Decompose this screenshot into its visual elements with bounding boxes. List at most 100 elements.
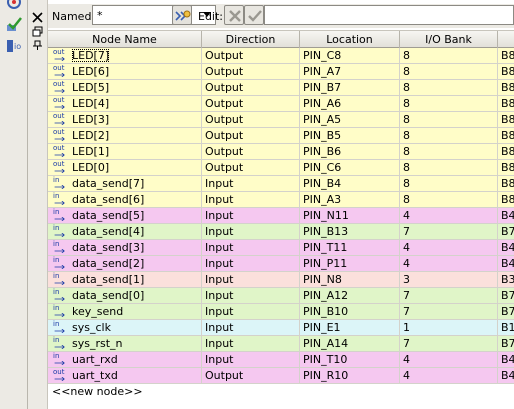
node-name-cell[interactable]: out LED[5]: [48, 80, 202, 96]
node-name-cell[interactable]: in sys_clk: [48, 320, 202, 336]
table-row[interactable]: out LED[0] Output PIN_C6 8 B8: [48, 160, 514, 176]
node-name-cell[interactable]: out uart_txd: [48, 368, 202, 384]
location-cell[interactable]: PIN_B13: [300, 224, 400, 240]
table-row[interactable]: out LED[6] Output PIN_A7 8 B8: [48, 64, 514, 80]
location-cell[interactable]: PIN_E1: [300, 320, 400, 336]
node-name-cell[interactable]: out LED[7]: [48, 48, 202, 64]
io-bank-cell[interactable]: 7: [400, 224, 498, 240]
location-cell[interactable]: PIN_B6: [300, 144, 400, 160]
node-name-cell[interactable]: in data_send[3]: [48, 240, 202, 256]
node-finder-button[interactable]: [172, 5, 192, 25]
vref-group-cell[interactable]: B7: [498, 336, 514, 352]
io-bank-cell[interactable]: 8: [400, 80, 498, 96]
pin-planner-icon[interactable]: [6, 0, 22, 10]
direction-cell[interactable]: Input: [202, 320, 300, 336]
vref-group-cell[interactable]: B7: [498, 288, 514, 304]
io-bank-cell[interactable]: 7: [400, 336, 498, 352]
node-name-cell[interactable]: in key_send: [48, 304, 202, 320]
direction-cell[interactable]: Output: [202, 80, 300, 96]
node-name-cell[interactable]: in data_send[6]: [48, 192, 202, 208]
location-cell[interactable]: PIN_A6: [300, 96, 400, 112]
node-name-cell[interactable]: in data_send[5]: [48, 208, 202, 224]
direction-cell[interactable]: Input: [202, 192, 300, 208]
io-bank-cell[interactable]: 8: [400, 128, 498, 144]
close-icon[interactable]: [32, 12, 43, 23]
node-name-cell[interactable]: out LED[1]: [48, 144, 202, 160]
location-cell[interactable]: PIN_N8: [300, 272, 400, 288]
direction-cell[interactable]: Input: [202, 288, 300, 304]
location-cell[interactable]: PIN_C6: [300, 160, 400, 176]
table-row[interactable]: out LED[3] Output PIN_A5 8 B8: [48, 112, 514, 128]
table-row[interactable]: out LED[5] Output PIN_B7 8 B8: [48, 80, 514, 96]
direction-cell[interactable]: Output: [202, 112, 300, 128]
check-mark-icon[interactable]: [6, 16, 22, 32]
node-name-cell[interactable]: in sys_rst_n: [48, 336, 202, 352]
vref-group-cell[interactable]: B8: [498, 192, 514, 208]
io-bank-cell[interactable]: 8: [400, 144, 498, 160]
location-cell[interactable]: PIN_A7: [300, 64, 400, 80]
location-cell[interactable]: PIN_T11: [300, 240, 400, 256]
io-bank-cell[interactable]: 1: [400, 320, 498, 336]
direction-cell[interactable]: Output: [202, 128, 300, 144]
table-row[interactable]: in data_send[4] Input PIN_B13 7 B7: [48, 224, 514, 240]
location-cell[interactable]: PIN_B7: [300, 80, 400, 96]
io-bank-cell[interactable]: 8: [400, 96, 498, 112]
cancel-edit-button[interactable]: [224, 5, 244, 25]
direction-cell[interactable]: Input: [202, 224, 300, 240]
column-header-direction[interactable]: Direction: [202, 31, 300, 48]
location-cell[interactable]: PIN_B4: [300, 176, 400, 192]
node-name-cell[interactable]: out LED[4]: [48, 96, 202, 112]
location-cell[interactable]: PIN_C8: [300, 48, 400, 64]
table-row[interactable]: in data_send[2] Input PIN_P11 4 B4: [48, 256, 514, 272]
location-cell[interactable]: PIN_A3: [300, 192, 400, 208]
location-cell[interactable]: PIN_A5: [300, 112, 400, 128]
direction-cell[interactable]: Output: [202, 96, 300, 112]
io-bank-cell[interactable]: 8: [400, 64, 498, 80]
direction-cell[interactable]: Output: [202, 160, 300, 176]
vref-group-cell[interactable]: B8: [498, 80, 514, 96]
column-header-io-bank[interactable]: I/O Bank: [400, 31, 498, 48]
io-assignment-icon[interactable]: io: [6, 38, 22, 54]
location-cell[interactable]: PIN_A12: [300, 288, 400, 304]
pin-window-icon[interactable]: [32, 40, 43, 51]
io-bank-cell[interactable]: 8: [400, 112, 498, 128]
table-row[interactable]: in data_send[7] Input PIN_B4 8 B8: [48, 176, 514, 192]
location-cell[interactable]: PIN_T10: [300, 352, 400, 368]
table-row[interactable]: out LED[4] Output PIN_A6 8 B8: [48, 96, 514, 112]
vref-group-cell[interactable]: B4: [498, 240, 514, 256]
vref-group-cell[interactable]: B8: [498, 48, 514, 64]
io-bank-cell[interactable]: 3: [400, 272, 498, 288]
table-row[interactable]: out LED[1] Output PIN_B6 8 B8: [48, 144, 514, 160]
restore-window-icon[interactable]: [32, 26, 43, 37]
location-cell[interactable]: PIN_A14: [300, 336, 400, 352]
edit-field[interactable]: [264, 5, 514, 25]
node-name-cell[interactable]: in data_send[0]: [48, 288, 202, 304]
vref-group-cell[interactable]: B8: [498, 144, 514, 160]
location-cell[interactable]: PIN_N11: [300, 208, 400, 224]
table-row[interactable]: in data_send[5] Input PIN_N11 4 B4: [48, 208, 514, 224]
io-bank-cell[interactable]: 4: [400, 240, 498, 256]
vref-group-cell[interactable]: B8: [498, 112, 514, 128]
table-row[interactable]: out uart_txd Output PIN_R10 4 B4: [48, 368, 514, 384]
io-bank-cell[interactable]: 8: [400, 160, 498, 176]
new-node-row[interactable]: <<new node>>: [52, 384, 143, 400]
vref-group-cell[interactable]: B4: [498, 208, 514, 224]
vref-group-cell[interactable]: B7: [498, 224, 514, 240]
direction-cell[interactable]: Input: [202, 336, 300, 352]
io-bank-cell[interactable]: 7: [400, 288, 498, 304]
vref-group-cell[interactable]: B4: [498, 368, 514, 384]
direction-cell[interactable]: Input: [202, 208, 300, 224]
direction-cell[interactable]: Input: [202, 176, 300, 192]
io-bank-cell[interactable]: 7: [400, 304, 498, 320]
io-bank-cell[interactable]: 8: [400, 48, 498, 64]
direction-cell[interactable]: Input: [202, 304, 300, 320]
node-name-cell[interactable]: in data_send[4]: [48, 224, 202, 240]
node-name-cell[interactable]: out LED[2]: [48, 128, 202, 144]
direction-cell[interactable]: Output: [202, 368, 300, 384]
table-row[interactable]: in sys_clk Input PIN_E1 1 B1: [48, 320, 514, 336]
table-row[interactable]: in data_send[3] Input PIN_T11 4 B4: [48, 240, 514, 256]
direction-cell[interactable]: Output: [202, 48, 300, 64]
node-name-cell[interactable]: out LED[0]: [48, 160, 202, 176]
io-bank-cell[interactable]: 4: [400, 368, 498, 384]
location-cell[interactable]: PIN_R10: [300, 368, 400, 384]
